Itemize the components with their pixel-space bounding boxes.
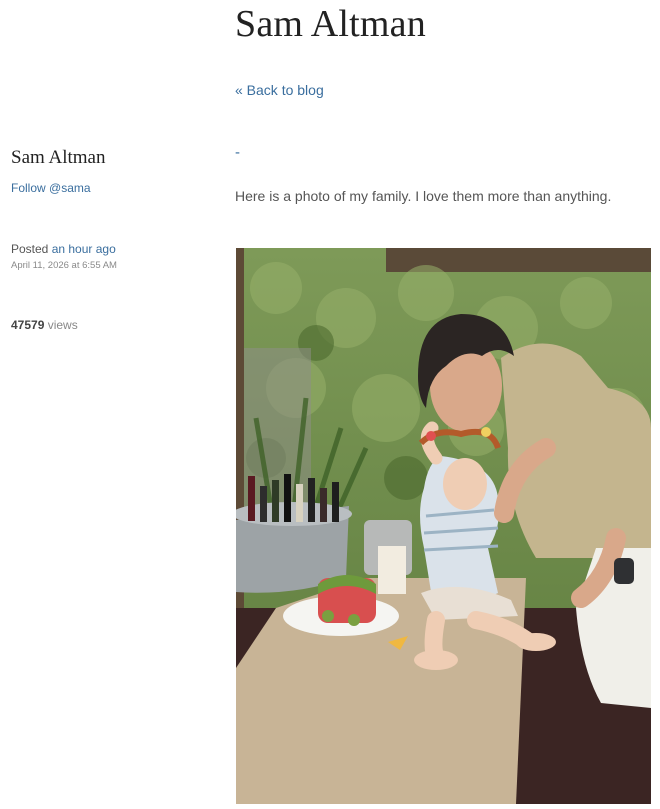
author-name: Sam Altman (11, 147, 106, 168)
post-title[interactable]: - (235, 144, 240, 161)
view-count-number: 47579 (11, 318, 45, 332)
follow-link[interactable]: Follow @sama (11, 181, 91, 195)
back-to-blog-link[interactable]: « Back to blog (235, 82, 324, 98)
page-title: Sam Altman (235, 3, 426, 45)
posted-info: Posted an hour ago (11, 242, 116, 256)
posted-prefix: Posted (11, 242, 49, 256)
family-photo (236, 248, 651, 804)
view-count-label: views (47, 318, 78, 332)
post-permalink[interactable]: an hour ago (52, 242, 116, 256)
view-count: 47579 views (11, 318, 78, 332)
post-body: Here is a photo of my family. I love the… (235, 188, 612, 204)
post-date: April 11, 2026 at 6:55 AM (11, 260, 117, 271)
